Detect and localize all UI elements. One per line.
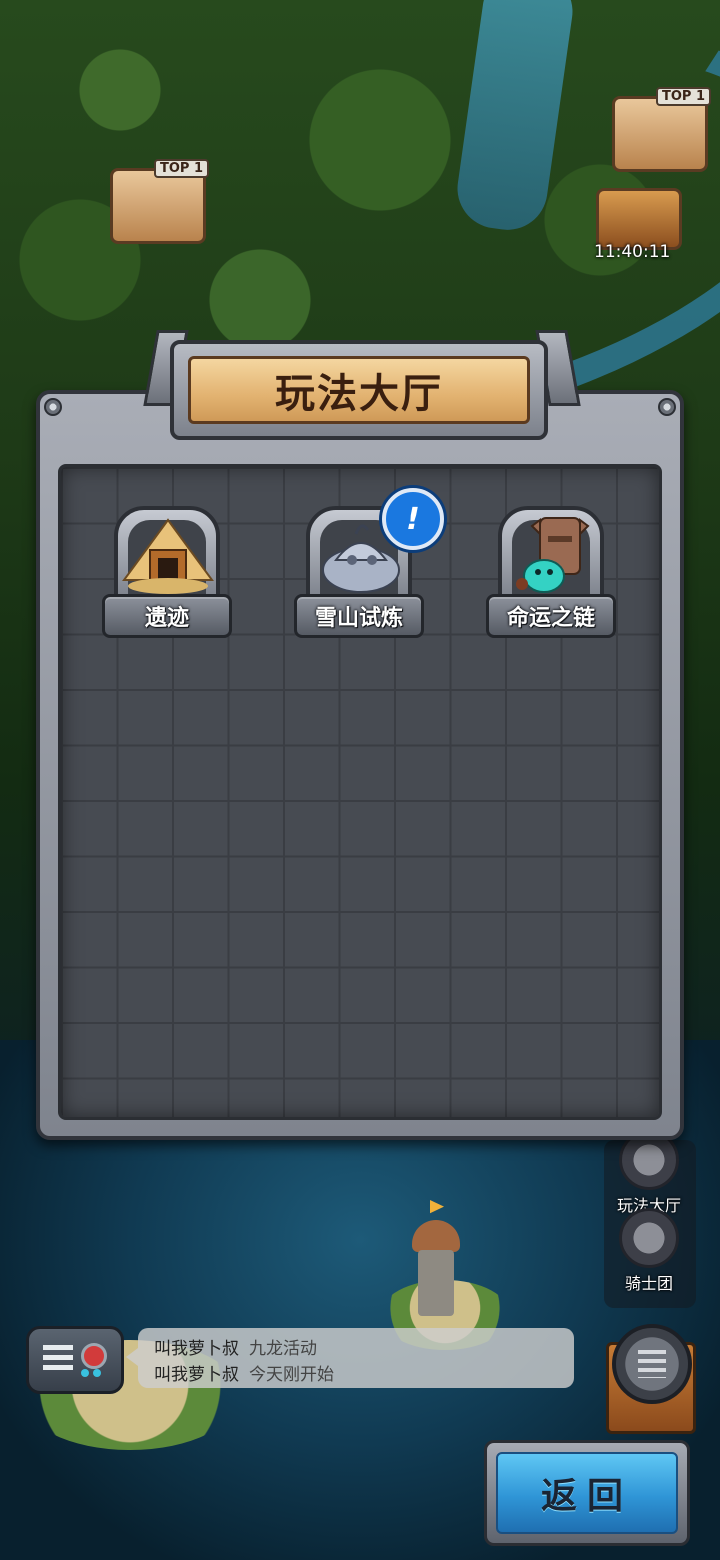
return-button-label: 返回 xyxy=(540,1476,633,1517)
chat-button[interactable] xyxy=(26,1326,124,1394)
map-ranking-badge[interactable]: TOP 1 xyxy=(110,159,209,244)
totem-fish-icon xyxy=(516,517,590,593)
chat-text: 今天刚开始 xyxy=(249,1365,334,1385)
chat-sender: 叫我萝卜叔 xyxy=(154,1339,239,1359)
mode-ruins[interactable]: 遗迹 xyxy=(102,506,232,640)
side-button-knights[interactable]: 骑士团 xyxy=(606,1208,692,1294)
game-hall-panel xyxy=(36,390,684,1140)
side-button-label: 骑士团 xyxy=(624,1274,673,1293)
panel-title: 玩法大厅 xyxy=(275,371,443,417)
panel-title-plate: 玩法大厅 xyxy=(170,340,548,440)
event-timer: 11:40:11 xyxy=(594,242,671,262)
side-button-game-hall[interactable]: 玩法大厅 xyxy=(606,1130,692,1216)
main-menu-button[interactable] xyxy=(612,1324,692,1404)
rivet xyxy=(658,398,676,416)
chat-text: 九龙活动 xyxy=(249,1339,317,1359)
mode-chain-of-fate[interactable]: 命运之链 xyxy=(486,506,616,640)
map-ranking-badge[interactable]: TOP 1 xyxy=(612,87,711,172)
chat-lines-icon xyxy=(43,1345,73,1371)
menu-list-icon xyxy=(638,1350,666,1378)
alert-glyph: ! xyxy=(406,501,420,537)
ranking-tag: TOP 1 xyxy=(153,159,209,178)
lighthouse-tower xyxy=(408,1200,464,1320)
treasure-chest-icon[interactable] xyxy=(596,188,682,250)
mode-label: 遗迹 xyxy=(144,606,189,631)
chat-message: 叫我萝卜叔 今天刚开始 xyxy=(154,1360,334,1385)
ranking-tag: TOP 1 xyxy=(655,87,711,106)
chat-preview[interactable]: 叫我萝卜叔 九龙活动 叫我萝卜叔 今天刚开始 xyxy=(126,1328,574,1388)
trophy-icon xyxy=(619,1208,679,1268)
new-alert-icon: ! xyxy=(382,488,444,550)
return-button[interactable]: 返回 xyxy=(484,1440,690,1546)
chat-message: 叫我萝卜叔 九龙活动 xyxy=(154,1334,317,1359)
ruins-pyramid-icon xyxy=(122,518,214,594)
chat-sender: 叫我萝卜叔 xyxy=(154,1365,239,1385)
rivet xyxy=(44,398,62,416)
mode-label: 命运之链 xyxy=(506,606,595,631)
record-dot-icon xyxy=(81,1343,107,1369)
mode-label: 雪山试炼 xyxy=(314,606,403,631)
